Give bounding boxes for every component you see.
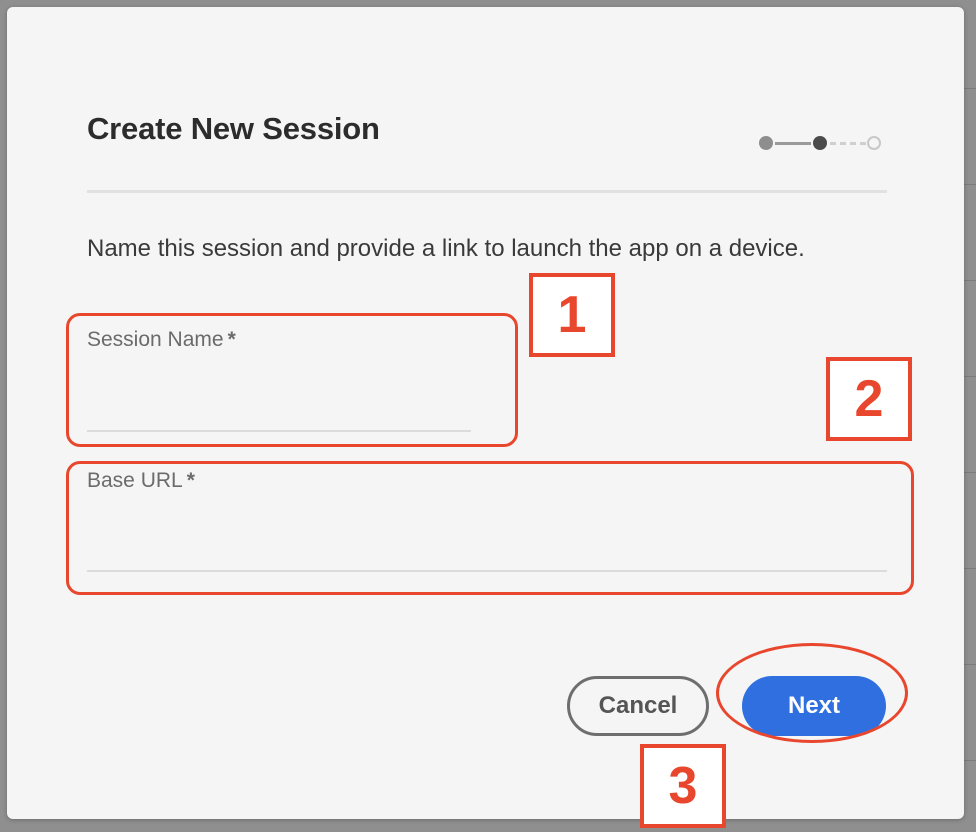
base-url-input[interactable] — [87, 532, 887, 572]
session-name-input[interactable] — [87, 392, 471, 432]
next-button[interactable]: Next — [742, 676, 886, 736]
base-url-label-text: Base URL — [87, 469, 183, 492]
step-1-complete-dot — [759, 136, 773, 150]
annotation-badge-2: 2 — [826, 357, 912, 441]
session-name-label: Session Name * — [87, 328, 471, 352]
session-name-label-text: Session Name — [87, 328, 224, 351]
dialog-description: Name this session and provide a link to … — [87, 235, 805, 262]
header-divider — [87, 190, 887, 193]
annotation-badge-1: 1 — [529, 273, 615, 357]
base-url-label: Base URL * — [87, 469, 887, 493]
step-indicator — [759, 133, 885, 153]
step-2-current-dot — [813, 136, 827, 150]
cancel-button[interactable]: Cancel — [567, 676, 709, 736]
required-asterisk-icon: * — [186, 469, 195, 492]
step-connector-complete — [775, 142, 811, 145]
step-connector-pending — [830, 142, 866, 145]
dialog-title: Create New Session — [87, 111, 380, 146]
annotation-badge-3: 3 — [640, 744, 726, 828]
required-asterisk-icon: * — [227, 328, 236, 351]
step-3-pending-dot — [867, 136, 881, 150]
base-url-field: Base URL * — [87, 469, 887, 579]
create-session-dialog: Create New Session Name this session and… — [7, 7, 964, 819]
session-name-field: Session Name * — [87, 328, 471, 438]
